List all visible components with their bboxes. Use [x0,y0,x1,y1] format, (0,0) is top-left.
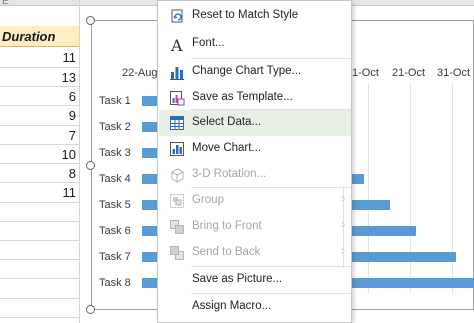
menu-item-label: Assign Macro... [192,300,272,312]
menu-item-change-chart-type[interactable]: Change Chart Type... [159,59,351,85]
menu-item-font[interactable]: A Font... [159,31,351,57]
gantt-bar-task-2[interactable] [142,122,158,132]
duration-cell-2[interactable]: 13 [0,68,76,88]
duration-cell-6[interactable]: 10 [0,145,76,165]
column-divider [79,0,80,323]
menu-item-label: Font... [192,37,225,49]
menu-item-send-to-back[interactable]: Send to Back › [159,240,351,266]
menu-item-select-data[interactable]: Select Data... [159,110,351,136]
task-label: Task 8 [99,277,131,289]
duration-cell-5[interactable]: 7 [0,126,76,146]
bring-front-icon [170,220,184,234]
send-back-icon [170,246,184,260]
grid-line [0,240,80,241]
gantt-bar-task-7-tail[interactable] [352,252,456,262]
grid-line [0,86,80,87]
move-chart-icon [170,142,184,156]
menu-item-group[interactable]: Group › [159,188,351,214]
task-label: Task 5 [99,199,131,211]
gantt-bar-task-8[interactable] [142,278,158,288]
task-label: Task 7 [99,251,131,263]
gantt-bar-task-4-tail[interactable] [352,174,364,184]
font-icon: A [170,36,183,52]
gantt-bar-task-6-tail[interactable] [352,226,416,236]
reset-style-icon [171,9,183,23]
column-letter: E [2,0,9,7]
menu-item-label: 3-D Rotation... [192,168,267,180]
save-template-icon [170,91,185,106]
grid-line [0,67,80,68]
rotation-3d-icon [171,168,184,183]
grid-line [0,259,80,260]
grid-line [0,144,80,145]
grid-line [0,317,80,318]
task-label: Task 2 [99,121,131,133]
select-data-icon [170,116,184,130]
vertical-gridline [368,84,369,294]
menu-item-save-as-picture[interactable]: Save as Picture... [159,267,351,293]
gantt-bar-task-8-tail[interactable] [352,278,474,288]
duration-cell-8[interactable]: 11 [0,183,77,203]
vertical-gridline [410,84,411,294]
task-label: Task 3 [99,147,131,159]
group-icon [170,194,184,208]
grid-line [0,298,80,299]
chart-type-icon [170,67,184,80]
chart-context-menu: Reset to Match Style A Font... Change Ch… [157,0,352,323]
gantt-bar-task-6[interactable] [142,226,158,236]
submenu-divider [343,188,344,268]
duration-cell-3[interactable]: 6 [0,87,76,107]
resize-handle-middle-left[interactable] [86,161,95,170]
svg-text:A: A [170,36,183,52]
gantt-bar-task-7[interactable] [142,252,158,262]
resize-handle-bottom-left[interactable] [86,305,95,314]
gantt-bar-task-5[interactable] [142,200,158,210]
menu-item-label: Save as Template... [192,91,293,103]
task-label: Task 6 [99,225,131,237]
duration-cell-7[interactable]: 8 [0,164,76,184]
menu-item-label: Group [192,194,224,206]
grid-line [0,202,80,203]
grid-line [0,182,80,183]
duration-cell-1[interactable]: 11 [0,48,77,68]
gantt-bar-task-4[interactable] [142,174,158,184]
menu-item-move-chart[interactable]: Move Chart... [159,136,351,162]
axis-tick-label: 1-Oct [352,67,379,79]
menu-item-reset-to-match-style[interactable]: Reset to Match Style [159,3,351,29]
axis-tick-label: 31-Oct [437,67,471,79]
menu-item-label: Reset to Match Style [192,9,299,21]
gantt-bar-task-1[interactable] [142,96,158,106]
menu-item-label: Save as Picture... [192,273,283,285]
menu-item-label: Bring to Front [192,220,262,232]
gantt-bar-task-3[interactable] [142,148,158,158]
duration-header-cell[interactable]: Duration [0,26,79,47]
menu-item-bring-to-front[interactable]: Bring to Front › [159,214,351,240]
menu-item-label: Move Chart... [192,142,262,154]
menu-item-assign-macro[interactable]: Assign Macro... [159,294,351,320]
menu-item-label: Send to Back [192,246,261,258]
axis-tick-label: 21-Oct [392,67,426,79]
grid-line [0,278,80,279]
grid-line [0,125,80,126]
axis-tick-label: 22-Aug [122,67,158,79]
task-label: Task 4 [99,173,131,185]
grid-line [0,221,80,222]
vertical-gridline [452,84,453,294]
menu-item-label: Select Data... [192,116,262,128]
grid-line [0,105,80,106]
menu-item-3d-rotation[interactable]: 3-D Rotation... [159,162,351,188]
gantt-bar-task-5-tail[interactable] [352,200,390,210]
grid-line [0,163,80,164]
menu-item-label: Change Chart Type... [192,65,302,77]
duration-cell-4[interactable]: 9 [0,106,76,126]
menu-item-save-as-template[interactable]: Save as Template... [159,85,351,111]
resize-handle-top-left[interactable] [86,16,95,25]
task-label: Task 1 [99,95,131,107]
